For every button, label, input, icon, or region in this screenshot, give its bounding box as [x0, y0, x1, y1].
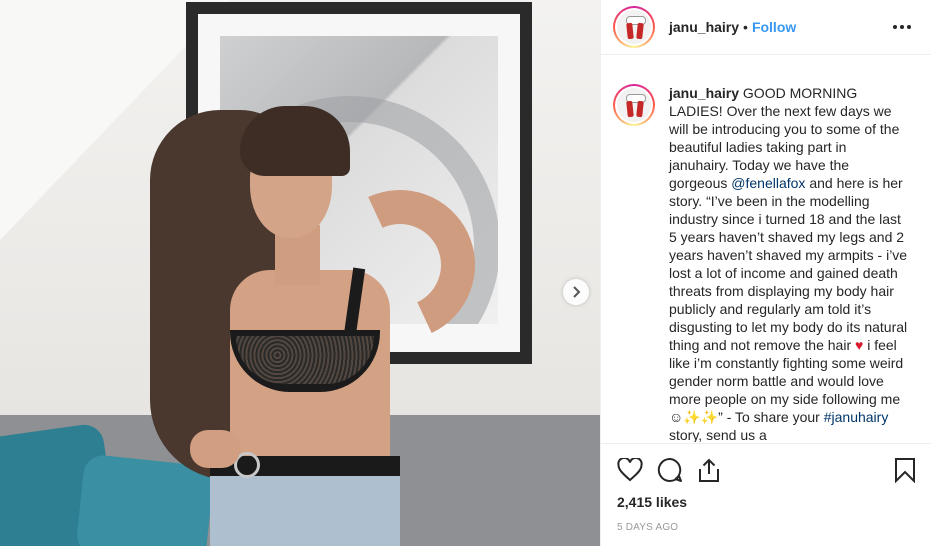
post-side-panel: janu_hairy • Follow janu_hairy GOOD MORN…: [600, 0, 931, 546]
post-footer: 2,415 likes 5 DAYS AGO: [601, 443, 931, 533]
bookmark-icon: [895, 458, 915, 483]
more-options-icon[interactable]: [889, 21, 915, 33]
likes-count[interactable]: 2,415 likes: [617, 494, 916, 510]
share-button[interactable]: [697, 457, 721, 483]
chevron-right-icon: [573, 286, 581, 298]
post-username[interactable]: janu_hairy: [669, 19, 739, 35]
post-header: janu_hairy • Follow: [601, 0, 931, 55]
caption-text: story, send us a: [669, 427, 767, 442]
hashtag-link[interactable]: #januhairy: [824, 409, 889, 425]
post-timestamp[interactable]: 5 DAYS AGO: [617, 522, 916, 533]
model-figure: [150, 100, 497, 546]
separator-dot: •: [743, 19, 748, 35]
mention-link[interactable]: @fenellafox: [731, 175, 805, 191]
like-button[interactable]: [617, 458, 643, 482]
post-photo[interactable]: [0, 0, 600, 546]
heart-icon: [617, 458, 643, 482]
share-icon: [699, 458, 719, 482]
caption-text: and here is her story. “I’ve been in the…: [669, 175, 908, 353]
action-bar: [617, 454, 916, 486]
comment-button[interactable]: [657, 457, 683, 483]
next-photo-button[interactable]: [563, 279, 589, 305]
avatar[interactable]: [613, 84, 655, 126]
post-caption: janu_hairy GOOD MORNING LADIES! Over the…: [669, 84, 909, 442]
caption-username[interactable]: janu_hairy: [669, 85, 739, 101]
save-button[interactable]: [894, 457, 916, 483]
follow-button[interactable]: Follow: [752, 19, 796, 35]
comment-icon: [657, 457, 682, 482]
avatar[interactable]: [613, 6, 655, 48]
comments-section: janu_hairy GOOD MORNING LADIES! Over the…: [601, 64, 931, 442]
